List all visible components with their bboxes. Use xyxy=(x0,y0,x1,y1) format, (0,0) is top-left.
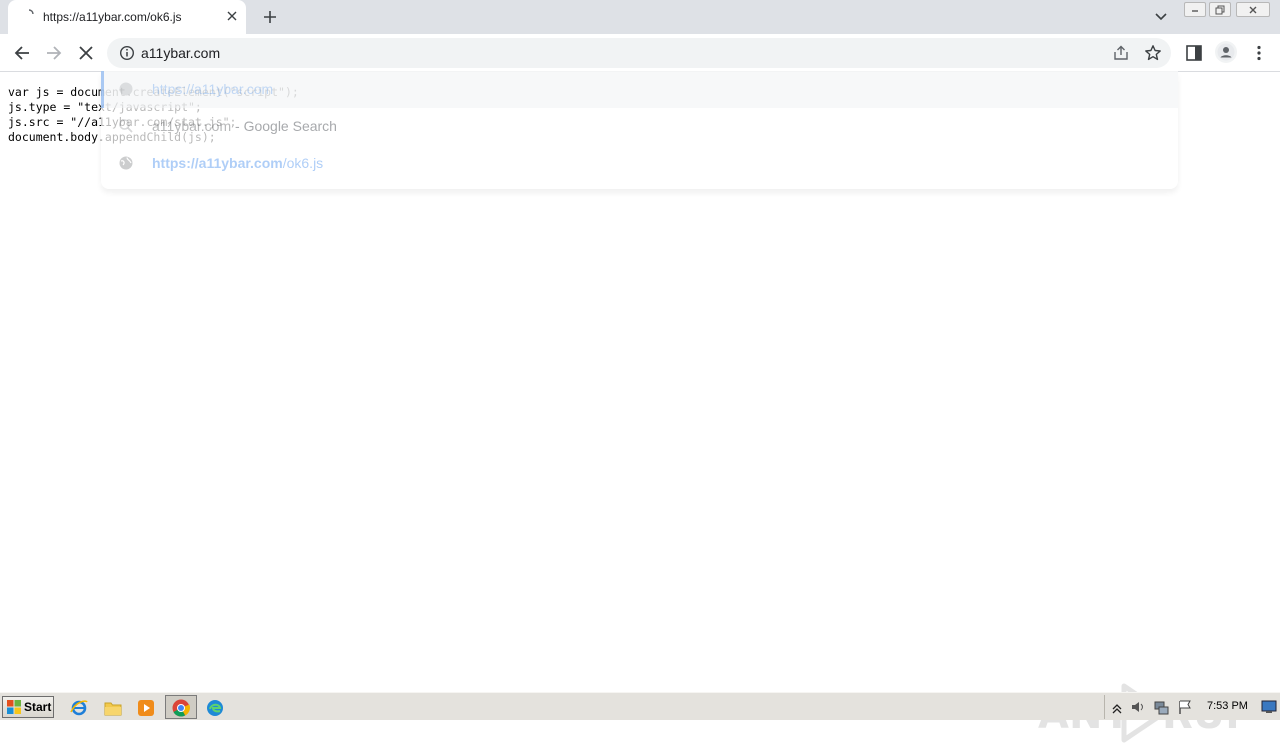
suggestion-text: https://a11ybar.com xyxy=(152,81,274,97)
browser-tab[interactable]: https://a11ybar.com/ok6.js xyxy=(8,0,246,34)
internet-explorer-icon[interactable] xyxy=(68,697,90,719)
share-icon[interactable] xyxy=(1112,44,1130,62)
suggestion-item[interactable]: https://a11ybar.com/ok6.js xyxy=(101,145,1178,182)
close-window-button[interactable] xyxy=(1236,2,1270,17)
suggestion-item[interactable]: https://a11ybar.com xyxy=(101,71,1178,108)
profile-avatar-icon[interactable] xyxy=(1215,41,1237,63)
windows-taskbar: Start 7:53 PM xyxy=(0,692,1280,720)
stop-loading-icon[interactable] xyxy=(74,41,98,65)
suggestion-text: a11ybar.com - Google Search xyxy=(152,118,337,134)
suggestion-text: https://a11ybar.com/ok6.js xyxy=(152,155,323,171)
network-icon[interactable] xyxy=(1153,699,1169,715)
media-player-icon[interactable] xyxy=(135,697,157,719)
system-tray: 7:53 PM xyxy=(1104,695,1280,719)
chevron-up-icon[interactable] xyxy=(1109,699,1125,715)
browser-toolbar: a11ybar.com xyxy=(0,34,1280,72)
search-icon xyxy=(119,119,133,133)
show-desktop-icon[interactable] xyxy=(1261,698,1277,714)
tab-strip: https://a11ybar.com/ok6.js xyxy=(0,0,1280,34)
close-tab-icon[interactable] xyxy=(224,8,240,24)
forward-arrow-icon[interactable] xyxy=(42,41,66,65)
chrome-icon[interactable] xyxy=(170,697,192,719)
suggestion-source: - Google Search xyxy=(231,118,337,134)
windows-logo-icon xyxy=(7,700,21,714)
speaker-icon[interactable] xyxy=(1130,699,1146,715)
selection-indicator xyxy=(101,71,104,108)
file-explorer-icon[interactable] xyxy=(102,697,124,719)
bookmark-star-icon[interactable] xyxy=(1144,44,1162,62)
start-label: Start xyxy=(24,700,52,714)
loading-icon xyxy=(28,9,34,15)
edge-icon[interactable] xyxy=(204,697,226,719)
minimize-window-button[interactable] xyxy=(1184,2,1206,17)
tab-title: https://a11ybar.com/ok6.js xyxy=(43,10,182,24)
side-panel-icon[interactable] xyxy=(1185,44,1203,62)
omnibox-suggestions: https://a11ybar.com a11ybar.com - Google… xyxy=(101,71,1178,189)
restore-window-button[interactable] xyxy=(1209,2,1231,17)
kebab-menu-icon[interactable] xyxy=(1250,43,1268,63)
suggestion-item[interactable]: a11ybar.com - Google Search xyxy=(101,108,1178,145)
suggestion-query: a11ybar.com xyxy=(152,118,232,134)
start-button[interactable]: Start xyxy=(2,696,54,718)
globe-icon xyxy=(119,156,133,170)
taskbar-clock[interactable]: 7:53 PM xyxy=(1207,700,1248,712)
suggestion-url-path: /ok6.js xyxy=(282,155,324,171)
action-center-flag-icon[interactable] xyxy=(1177,699,1193,715)
chevron-down-icon[interactable] xyxy=(1151,7,1171,27)
info-icon[interactable] xyxy=(119,45,135,61)
suggestion-url-host: https://a11ybar.com xyxy=(152,155,283,171)
address-bar-text[interactable]: a11ybar.com xyxy=(141,45,220,61)
address-bar[interactable]: a11ybar.com xyxy=(107,38,1171,68)
new-tab-icon[interactable] xyxy=(259,6,281,28)
back-arrow-icon[interactable] xyxy=(10,41,34,65)
globe-icon xyxy=(119,82,133,96)
